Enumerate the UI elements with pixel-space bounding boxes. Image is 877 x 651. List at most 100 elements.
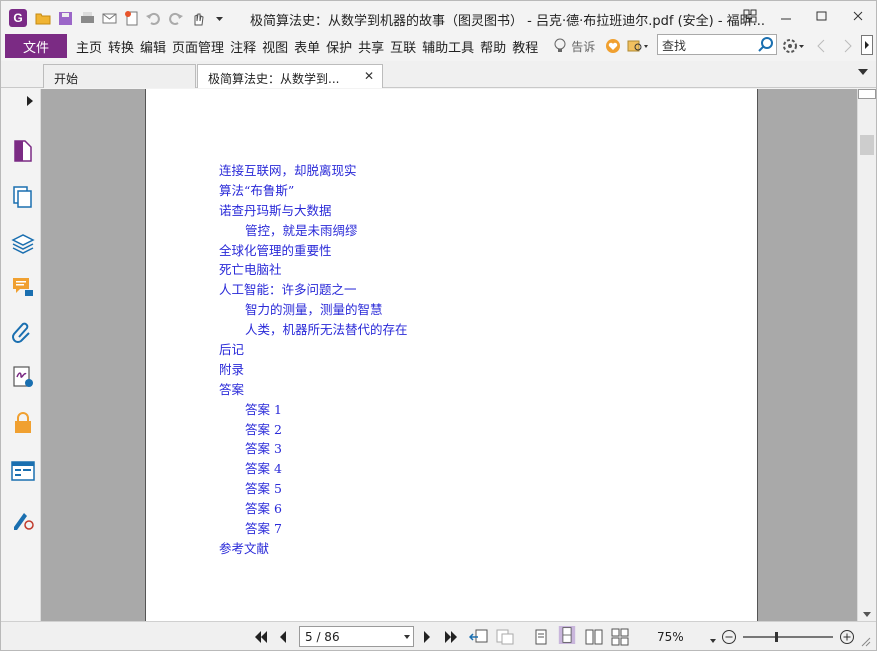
toc-link[interactable]: 人工智能：许多问题之一 xyxy=(219,280,408,300)
toc-link[interactable]: 附录 xyxy=(219,360,408,380)
ribbon-expand-button[interactable] xyxy=(861,35,873,55)
close-icon[interactable] xyxy=(840,1,876,31)
last-page-icon[interactable] xyxy=(443,628,459,646)
toc-link[interactable]: 参考文献 xyxy=(219,539,408,559)
minimize-icon[interactable] xyxy=(768,1,804,31)
zoom-out-icon[interactable] xyxy=(721,628,737,646)
page-thumbnail-icon[interactable] xyxy=(11,139,35,163)
toc-link[interactable]: 算法“布鲁斯” xyxy=(219,181,408,201)
next-view-icon[interactable] xyxy=(495,628,515,646)
toc-link[interactable]: 答案 5 xyxy=(219,479,408,499)
redo-icon[interactable] xyxy=(167,10,184,27)
save-icon[interactable] xyxy=(57,10,74,27)
toc-link[interactable]: 连接互联网，却脱离现实 xyxy=(219,161,408,181)
menu-view[interactable]: 视图 xyxy=(259,37,291,56)
undo-icon[interactable] xyxy=(145,10,162,27)
toc-link[interactable]: 全球化管理的重要性 xyxy=(219,241,408,261)
comments-icon[interactable] xyxy=(11,275,35,299)
tab-list-dropdown-icon[interactable] xyxy=(858,69,868,75)
next-page-icon[interactable] xyxy=(421,628,433,646)
toc-link[interactable]: 答案 1 xyxy=(219,400,408,420)
maximize-icon[interactable] xyxy=(804,1,840,31)
page-number-input[interactable]: 5 / 86 xyxy=(299,626,414,647)
toc-link[interactable]: 后记 xyxy=(219,340,408,360)
zoom-slider-handle[interactable] xyxy=(774,632,778,642)
menu-page-management[interactable]: 页面管理 xyxy=(169,37,227,56)
toc-link[interactable]: 答案 6 xyxy=(219,499,408,519)
tab-start[interactable]: 开始 xyxy=(43,64,196,88)
expand-panel-icon[interactable] xyxy=(27,96,33,106)
menu-home[interactable]: 主页 xyxy=(73,37,105,56)
scroll-down-icon[interactable] xyxy=(863,612,871,617)
print-icon[interactable] xyxy=(79,10,96,27)
quick-access-toolbar xyxy=(35,8,228,28)
first-page-icon[interactable] xyxy=(253,628,269,646)
pages-icon[interactable] xyxy=(11,185,35,209)
toc-link[interactable]: 诺查丹玛斯与大数据 xyxy=(219,201,408,221)
toc-link[interactable]: 答案 7 xyxy=(219,519,408,539)
menu-connect[interactable]: 互联 xyxy=(387,37,419,56)
app-logo-icon[interactable]: G xyxy=(9,9,27,27)
menu-protect[interactable]: 保护 xyxy=(323,37,355,56)
certify-icon[interactable] xyxy=(11,507,35,531)
toc-link[interactable]: 答案 4 xyxy=(219,459,408,479)
single-page-view-icon[interactable] xyxy=(533,628,549,646)
app-window: G 极简算法史：从数学到机器的故事（图灵图书） - 吕克·德·布拉班迪尔.pdf… xyxy=(0,0,877,651)
heart-icon[interactable] xyxy=(605,38,621,54)
nav-back-icon[interactable] xyxy=(816,39,826,53)
previous-view-icon[interactable] xyxy=(469,628,489,646)
menu-tutorial[interactable]: 教程 xyxy=(509,37,541,56)
search-icon[interactable] xyxy=(757,36,774,53)
facing-view-icon[interactable] xyxy=(585,628,603,646)
email-icon[interactable] xyxy=(101,10,118,27)
hand-tool-icon[interactable] xyxy=(189,10,206,27)
tab-close-icon[interactable]: ✕ xyxy=(364,69,374,83)
form-fields-icon[interactable] xyxy=(11,459,35,483)
find-options-icon[interactable] xyxy=(627,38,649,54)
toc-link[interactable]: 智力的测量，测量的智慧 xyxy=(219,300,408,320)
settings-gear-icon[interactable] xyxy=(782,38,806,54)
menu-convert[interactable]: 转换 xyxy=(105,37,137,56)
document-viewport[interactable]: 连接互联网，却脱离现实 算法“布鲁斯” 诺查丹玛斯与大数据 管控，就是未雨绸缪 全球化管… xyxy=(41,89,857,621)
menu-help[interactable]: 帮助 xyxy=(477,37,509,56)
vertical-scrollbar[interactable] xyxy=(857,89,876,621)
scroll-thumb[interactable] xyxy=(860,135,874,155)
resize-grip-icon[interactable] xyxy=(859,632,871,650)
layers-icon[interactable] xyxy=(11,231,35,255)
tab-document[interactable]: 极简算法史：从数学到... ✕ xyxy=(197,64,383,88)
signature-icon[interactable] xyxy=(11,365,35,389)
continuous-facing-view-icon[interactable] xyxy=(611,628,629,646)
page-indicator: 5 / 86 xyxy=(305,630,340,644)
menu-tabs: 主页 转换 编辑 页面管理 注释 视图 表单 保护 共享 互联 辅助工具 帮助 … xyxy=(73,37,541,56)
attachments-icon[interactable] xyxy=(11,321,35,345)
toc-link[interactable]: 答案 2 xyxy=(219,420,408,440)
menu-form[interactable]: 表单 xyxy=(291,37,323,56)
open-folder-icon[interactable] xyxy=(35,10,52,27)
toc-link[interactable]: 人类，机器所无法替代的存在 xyxy=(219,320,408,340)
menu-comment[interactable]: 注释 xyxy=(227,37,259,56)
menu-accessibility[interactable]: 辅助工具 xyxy=(419,37,477,56)
zoom-dropdown-icon[interactable] xyxy=(709,632,717,650)
new-document-icon[interactable] xyxy=(123,10,140,27)
menu-share[interactable]: 共享 xyxy=(355,37,387,56)
security-icon[interactable] xyxy=(11,411,35,435)
toc-link[interactable]: 管控，就是未雨绸缪 xyxy=(219,221,408,241)
zoom-level[interactable]: 75% xyxy=(657,630,684,644)
file-menu-button[interactable]: 文件 xyxy=(5,34,67,58)
tell-me[interactable]: 告诉 xyxy=(553,38,595,55)
menu-edit[interactable]: 编辑 xyxy=(137,37,169,56)
scroll-up-button[interactable] xyxy=(858,89,876,99)
zoom-slider[interactable] xyxy=(743,632,833,642)
search-input[interactable]: 查找 xyxy=(657,34,777,55)
toc-link[interactable]: 答案 xyxy=(219,380,408,400)
qat-dropdown-icon[interactable] xyxy=(211,10,228,27)
window-controls xyxy=(732,1,876,31)
page-dropdown-icon[interactable] xyxy=(404,635,410,639)
restore-layout-icon[interactable] xyxy=(732,1,768,31)
nav-forward-icon[interactable] xyxy=(843,39,853,53)
zoom-in-icon[interactable] xyxy=(839,628,855,646)
previous-page-icon[interactable] xyxy=(277,628,289,646)
toc-link[interactable]: 答案 3 xyxy=(219,439,408,459)
toc-link[interactable]: 死亡电脑社 xyxy=(219,260,408,280)
continuous-view-icon[interactable] xyxy=(557,626,577,644)
